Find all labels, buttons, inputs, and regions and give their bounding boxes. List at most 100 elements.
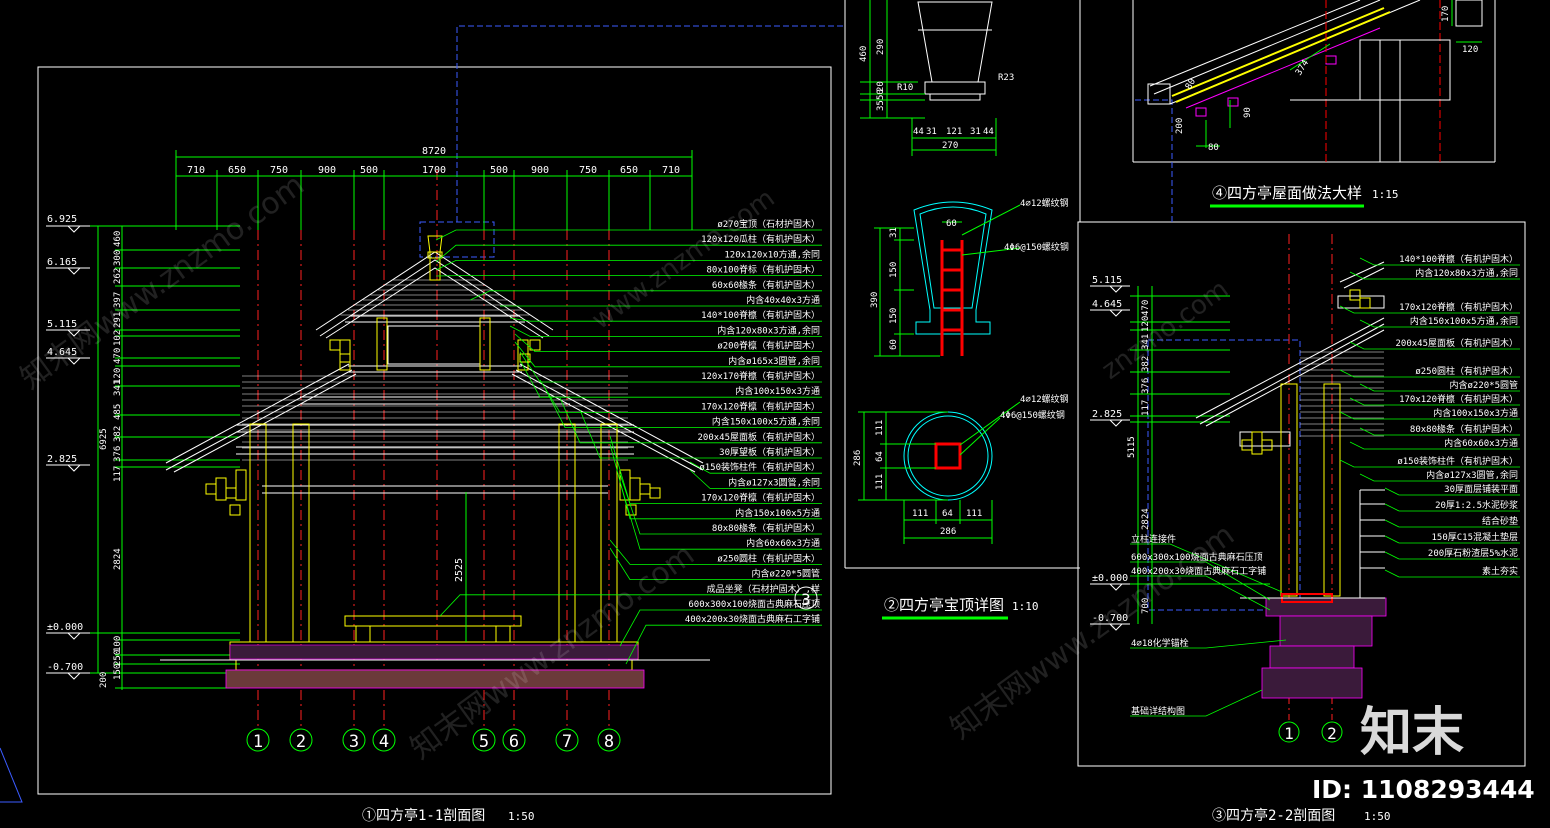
callout-note: 内含150x100x5方通,余同 bbox=[1410, 315, 1518, 327]
callout-note: 140*100脊檩（有机护固木） bbox=[1399, 253, 1518, 265]
callout-note: 170x120脊檩（有机护固木） bbox=[1399, 393, 1518, 405]
dim-label: 90 bbox=[1243, 107, 1253, 118]
dim-label: 500 bbox=[360, 165, 378, 176]
radius-label: R23 bbox=[998, 73, 1014, 83]
dim-label: 111 bbox=[875, 474, 885, 490]
section-1-1-scale: 1:50 bbox=[508, 810, 535, 823]
level-label: 6.925 bbox=[47, 214, 77, 225]
axis-number: 7 bbox=[562, 732, 572, 752]
roof-detail-drawing: 170 120 374 80 90 200 80 ④四方亭屋面做法大样 1:15 bbox=[1147, 0, 1483, 208]
s22-level-labels: 5.115 4.645 2.825 ±0.000 -0.700 bbox=[1092, 275, 1128, 624]
s22-roof-hatch bbox=[1300, 351, 1384, 437]
callout-note: 结合砂垫 bbox=[1482, 515, 1518, 527]
dim-label: 150 bbox=[113, 664, 123, 680]
dim-label: 290 bbox=[876, 39, 886, 55]
dim-label: 270 bbox=[942, 141, 958, 151]
axis-number: 8 bbox=[604, 732, 614, 752]
callout-note: 内含ø127x3圆管,余同 bbox=[728, 476, 820, 488]
dim-label: 31 bbox=[889, 227, 899, 238]
dim-label: 150 bbox=[889, 308, 899, 324]
callout-note: 基础详结构图 bbox=[1131, 705, 1185, 717]
axis-number: 1 bbox=[253, 732, 263, 752]
bench bbox=[344, 615, 522, 643]
dim-label: 117 bbox=[1141, 400, 1151, 416]
dim-label: 382 bbox=[113, 426, 123, 442]
callout-note: 60x60椽条（有机护固木） bbox=[712, 279, 820, 291]
callout-note: 内含ø165x3圆管,余同 bbox=[728, 355, 820, 367]
dim-label: 250 bbox=[113, 650, 123, 666]
callout-note: 内含ø220*5圆管 bbox=[751, 568, 820, 580]
s22-layer-lines bbox=[1359, 489, 1385, 598]
finial-plan-rebar bbox=[934, 442, 962, 470]
callout-note: 内含100x150x3方通 bbox=[735, 385, 820, 397]
dim-label: 2824 bbox=[1141, 508, 1151, 530]
rebar-note: 4⌀12螺纹钢 bbox=[1020, 393, 1069, 405]
callout-note: 30厚望板（有机护固木） bbox=[719, 446, 820, 458]
callout-note: 内含150x100x5方通 bbox=[735, 507, 820, 519]
dim-label: 111 bbox=[912, 509, 928, 519]
drawing-id: ID: 1108293444 bbox=[1312, 775, 1535, 804]
dim-label: 200 bbox=[99, 672, 109, 688]
finial-elevation bbox=[917, 1, 993, 101]
roof-detail-title: ④四方亭屋面做法大样 bbox=[1212, 184, 1362, 202]
dim-label: 6925 bbox=[99, 428, 109, 450]
dim-label: 900 bbox=[531, 165, 549, 176]
finial-rebar bbox=[940, 240, 964, 356]
dim-label: 31 bbox=[970, 127, 981, 137]
callout-note: 30厚面层铺装平面 bbox=[1444, 483, 1518, 495]
section-2-2-title: ③四方亭2-2剖面图 bbox=[1212, 807, 1335, 824]
callout-note: 80x100脊标（有机护固木） bbox=[706, 264, 820, 276]
callout-note: 内含150x100x5方通,余同 bbox=[712, 416, 820, 428]
callout-note: 80x80椽条（有机护固木） bbox=[712, 522, 820, 534]
dim-label: 44 bbox=[983, 127, 994, 137]
dim-label: 20 bbox=[876, 81, 886, 92]
dim-label: 500 bbox=[490, 165, 508, 176]
roof-detail-labels: 170 120 374 80 90 200 80 bbox=[1175, 6, 1478, 153]
callout-note: 170x120脊檩（有机护固木） bbox=[1399, 301, 1518, 313]
dim-label: 121 bbox=[946, 127, 962, 137]
dim-label: 80 bbox=[1208, 143, 1219, 153]
callout-note: 140*100脊檩（有机护固木） bbox=[701, 309, 820, 321]
callout-note: 400x200x30烧面古典麻石工字铺 bbox=[685, 613, 820, 625]
dim-label: 470 bbox=[1141, 300, 1151, 316]
callout-note: 内含120x80x3方通,余同 bbox=[717, 324, 820, 336]
dim-label: 44 bbox=[913, 127, 924, 137]
watermark: 知末网www.znzmo.com bbox=[944, 517, 1241, 746]
callout-note: 内含ø127x3圆管,余同 bbox=[1426, 469, 1518, 481]
dim-label: 5115 bbox=[1127, 436, 1137, 458]
dim-label: 100 bbox=[113, 636, 123, 652]
dim-label: 650 bbox=[228, 165, 246, 176]
callout-note: ø150装饰柱件（有机护固木） bbox=[1397, 455, 1518, 467]
finial-plan bbox=[903, 411, 993, 501]
callout-note: 内含40x40x3方通 bbox=[746, 294, 820, 306]
finial-detail-drawing: 460 290 50 35 20 R10 R23 44 31 121 31 44… bbox=[853, 0, 1069, 620]
dim-label: 750 bbox=[579, 165, 597, 176]
cad-drawing-canvas[interactable]: 8 7 20 710 650 750 900 500 1700 500 900 75… bbox=[0, 0, 1550, 828]
callout-note: 内含120x80x3方通,余同 bbox=[1415, 267, 1518, 279]
dim-label: 460 bbox=[113, 231, 123, 247]
level-label: ±0.000 bbox=[47, 622, 83, 633]
dim-label: 111 bbox=[875, 420, 885, 436]
dim-label: 300 bbox=[113, 250, 123, 266]
roof-detail-rafters bbox=[1185, 27, 1381, 117]
dim-label: 60 bbox=[889, 339, 899, 350]
finial-detail-scale: 1:10 bbox=[1012, 600, 1039, 613]
dim-label: 150 bbox=[889, 262, 899, 278]
axis-number: 1 bbox=[1284, 724, 1294, 743]
roof-rafter-hatch bbox=[242, 279, 628, 461]
dim-label: 120 bbox=[1462, 45, 1478, 55]
dim-label: 900 bbox=[318, 165, 336, 176]
axis-number: 5 bbox=[479, 732, 489, 752]
dim-label: 111 bbox=[966, 509, 982, 519]
dim-label: 376 bbox=[113, 446, 123, 462]
dim-label: 390 bbox=[870, 292, 880, 308]
roof-detail-tiles bbox=[1171, 7, 1391, 103]
bottom-left-marks bbox=[0, 747, 23, 803]
dim-label: 286 bbox=[940, 527, 956, 537]
roof-detail-scale: 1:15 bbox=[1372, 188, 1399, 201]
callout-note: 4⌀18化学锚栓 bbox=[1131, 637, 1189, 649]
rebar-note: 4Φ6@150螺纹钢 bbox=[1004, 241, 1069, 253]
callout-note: 内含60x60x3方通 bbox=[746, 537, 820, 549]
top-dim-labels: 710 650 750 900 500 1700 500 900 750 650… bbox=[187, 165, 680, 176]
dim-label: 35 bbox=[876, 100, 886, 111]
